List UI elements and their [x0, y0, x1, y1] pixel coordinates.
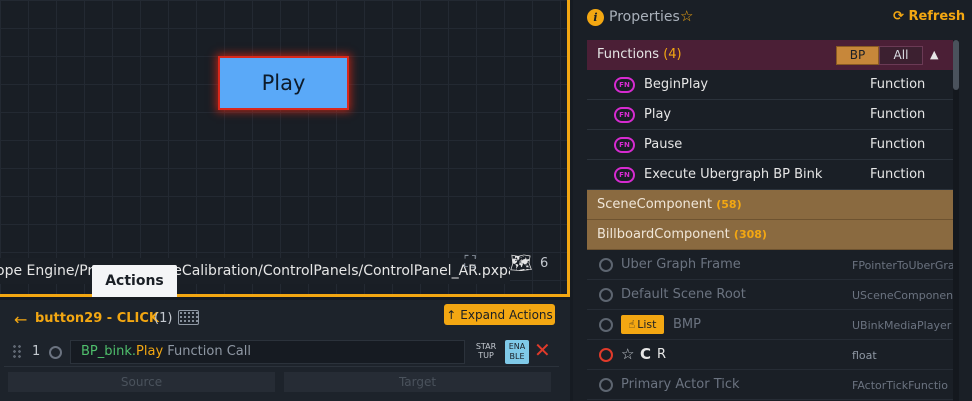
function-icon: FN [614, 137, 635, 153]
function-name: Pause [644, 137, 683, 152]
property-row[interactable]: Uber Graph Frame FPointerToUberGra [587, 250, 953, 280]
billboard-component-section[interactable]: BillboardComponent (308) [587, 220, 953, 250]
function-type: Function [870, 77, 926, 92]
function-row[interactable]: FN Execute Ubergraph BP Bink Function [587, 160, 953, 190]
property-r: R [657, 347, 667, 362]
scene-component-section[interactable]: SceneComponent (58) [587, 190, 953, 220]
property-c: C [640, 345, 652, 363]
property-name: BMP [673, 317, 701, 332]
property-radio[interactable] [599, 378, 613, 392]
action-title: button29 - CLICK [35, 311, 159, 326]
action-row[interactable]: 1 BP_bink.Play Function Call STAR TUP EN… [4, 337, 559, 367]
billboard-component-count: (308) [733, 228, 767, 241]
startup-line2: TUP [478, 351, 494, 360]
caret-up-icon[interactable]: ▲ [930, 40, 938, 70]
function-row[interactable]: FN BeginPlay Function [587, 70, 953, 100]
property-row[interactable]: ☆ C R float [587, 340, 953, 370]
app-root: Play ope Engine/Pro peCalibration/Contro… [0, 0, 972, 401]
map-count: 6 [540, 256, 549, 271]
properties-header: i Properties ☆ ⟳ Refresh [573, 0, 972, 36]
function-name: Play [644, 107, 672, 122]
property-type: float [852, 349, 877, 362]
source-field[interactable]: Source [8, 372, 275, 392]
play-widget-button[interactable]: Play [218, 56, 349, 110]
property-row[interactable]: ☝ List BMP UBinkMediaPlayer [587, 310, 953, 340]
fit-view-icon[interactable]: ⛶ [456, 248, 484, 276]
enable-line1: ENA [508, 342, 526, 351]
properties-title: Properties [609, 9, 680, 25]
property-type: FPointerToUberGra [852, 259, 953, 272]
list-chip[interactable]: ☝ List [621, 315, 664, 334]
drag-handle-icon[interactable] [12, 344, 22, 360]
property-type: UBinkMediaPlayer [852, 319, 952, 332]
function-call-field[interactable]: BP_bink.Play Function Call [70, 340, 465, 364]
list-chip-label: List [637, 318, 657, 331]
function-type: Function [870, 167, 926, 182]
functions-section[interactable]: Functions (4) BP All ▲ [587, 40, 953, 70]
property-name: Uber Graph Frame [621, 257, 741, 272]
properties-list: Functions (4) BP All ▲ FN BeginPlay Func… [587, 40, 953, 401]
functions-label: Functions [597, 47, 660, 62]
action-radio[interactable] [49, 346, 62, 359]
back-arrow-icon[interactable]: ← [14, 310, 27, 329]
function-row[interactable]: FN Play Function [587, 100, 953, 130]
expand-actions-button[interactable]: ↑ Expand Actions [444, 304, 555, 325]
function-name: BeginPlay [644, 77, 709, 92]
property-row[interactable]: Primary Actor Tick FActorTickFunctio [587, 370, 953, 400]
property-name: Primary Actor Tick [621, 377, 740, 392]
panel-canvas[interactable]: Play ope Engine/Pro peCalibration/Contro… [0, 0, 570, 297]
enable-toggle[interactable]: ENA BLE [505, 340, 529, 364]
refresh-icon: ⟳ [893, 9, 904, 24]
billboard-component-label: BillboardComponent [597, 227, 730, 242]
call-kind: Function Call [163, 344, 251, 359]
action-index: 1 [32, 344, 41, 359]
function-icon: FN [614, 167, 635, 183]
property-radio[interactable] [599, 288, 613, 302]
scrollbar-track[interactable] [953, 40, 959, 401]
bp-filter-button[interactable]: BP [836, 46, 879, 65]
property-radio[interactable] [599, 348, 613, 362]
function-row[interactable]: FN Pause Function [587, 130, 953, 160]
call-function: Play [136, 344, 164, 359]
call-target: BP_bink. [81, 344, 137, 359]
star-outline-icon[interactable]: ☆ [680, 7, 693, 25]
target-field[interactable]: Target [284, 372, 551, 392]
file-path: ope Engine/Pro peCalibration/ControlPane… [0, 263, 510, 279]
property-radio[interactable] [599, 318, 613, 332]
startup-toggle[interactable]: STAR TUP [474, 342, 498, 360]
map-icon[interactable]: 🗺 [508, 252, 534, 274]
function-type: Function [870, 137, 926, 152]
enable-line2: BLE [509, 352, 525, 361]
scrollbar-thumb[interactable] [953, 40, 959, 90]
refresh-button[interactable]: ⟳ Refresh [893, 9, 965, 24]
function-icon: FN [614, 107, 635, 123]
property-type: USceneComponen [852, 289, 953, 302]
all-filter-button[interactable]: All [879, 46, 923, 65]
startup-line1: STAR [475, 342, 497, 351]
scene-component-label: SceneComponent [597, 197, 713, 212]
remove-icon[interactable]: ✕ [534, 338, 551, 362]
function-name: Execute Ubergraph BP Bink [644, 167, 823, 182]
star-outline-icon[interactable]: ☆ [621, 345, 634, 363]
function-icon: FN [614, 77, 635, 93]
properties-panel: i Properties ☆ ⟳ Refresh Functions (4) B… [573, 0, 972, 401]
expand-actions-label: Expand Actions [460, 307, 553, 322]
keyboard-icon[interactable] [178, 310, 199, 325]
refresh-label: Refresh [908, 9, 966, 24]
property-radio[interactable] [599, 258, 613, 272]
scene-component-count: (58) [716, 198, 742, 211]
info-icon: i [587, 9, 604, 26]
file-path-bar: ope Engine/Pro peCalibration/ControlPane… [0, 258, 510, 284]
cursor-icon: ☝ [628, 318, 636, 331]
function-type: Function [870, 107, 926, 122]
property-row[interactable]: Default Scene Root USceneComponen [587, 280, 953, 310]
functions-count: (4) [663, 47, 682, 62]
property-type: FActorTickFunctio [852, 379, 948, 392]
property-name: Default Scene Root [621, 287, 746, 302]
arrow-up-icon: ↑ [446, 307, 457, 322]
tab-actions[interactable]: Actions [92, 265, 177, 297]
action-count: (1) [154, 311, 173, 326]
